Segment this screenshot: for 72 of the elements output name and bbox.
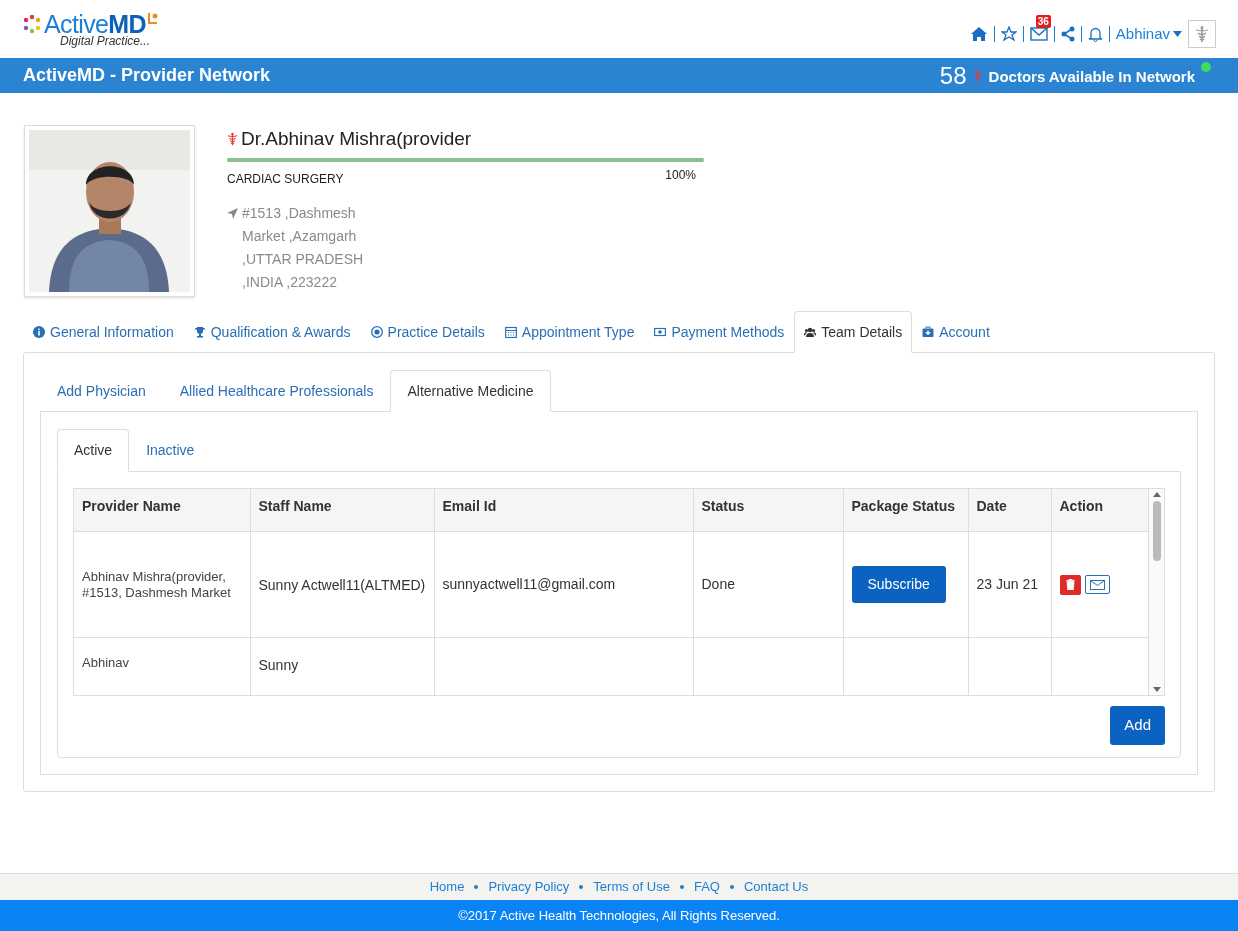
table-cell: 23 Jun 21	[976, 576, 1038, 592]
tab[interactable]: Account	[912, 311, 1000, 353]
users-icon	[804, 326, 817, 338]
mail-icon	[1089, 579, 1105, 590]
logo-mark-icon	[22, 14, 42, 34]
email-button[interactable]	[1084, 575, 1110, 594]
add-button[interactable]: Add	[1110, 706, 1165, 745]
footer-link[interactable]: Home	[429, 877, 465, 897]
column-header: Action	[1059, 498, 1104, 514]
address-line: #1513 ,Dashmesh	[242, 203, 357, 223]
tab[interactable]: Active	[57, 429, 130, 472]
column-header: Email Id	[442, 498, 497, 514]
footer-link[interactable]: FAQ	[693, 877, 720, 897]
footer-link[interactable]: Privacy Policy	[488, 877, 570, 897]
specialty: CARDIAC SURGERY	[227, 170, 344, 188]
table-cell-text: Sunny	[258, 656, 300, 675]
caret-icon	[1173, 31, 1182, 37]
caduceus-icon	[227, 131, 238, 148]
bell-icon[interactable]	[1087, 26, 1103, 42]
address-line: ,INDIA ,223222	[242, 272, 338, 292]
table-cell-text: Sunny Actwell11(ALTMED)	[258, 575, 426, 595]
trophy-icon	[193, 326, 206, 338]
tab[interactable]: Alternative Medicine	[390, 370, 551, 412]
footer-link[interactable]: Contact Us	[743, 877, 809, 897]
table-cell: Done	[701, 576, 735, 592]
notification-badge: 36	[1035, 15, 1051, 28]
column-header: Provider Name	[82, 498, 181, 514]
scrollbar-thumb[interactable]	[1152, 501, 1161, 561]
tab[interactable]: Practice Details	[360, 311, 495, 353]
column-header: Staff Name	[258, 498, 332, 514]
star-icon[interactable]	[1000, 26, 1017, 42]
logo[interactable]: ActiveMD Digital Practice...	[22, 11, 158, 47]
doctor-count: 58	[939, 60, 967, 91]
table-cell: sunnyactwell11@gmail.com	[442, 576, 616, 592]
money-icon	[654, 326, 667, 338]
column-header: Date	[976, 498, 1007, 514]
column-header: Status	[701, 498, 745, 514]
column-header: Package Status	[851, 498, 955, 514]
tab[interactable]: Payment Methods	[644, 311, 795, 353]
share-icon[interactable]	[1060, 26, 1075, 42]
location-arrow-icon	[227, 207, 238, 219]
info-icon	[33, 326, 45, 338]
table-cell-text: Abhinav	[82, 655, 130, 671]
tab[interactable]: Qualification & Awards	[183, 311, 361, 353]
copyright-text: ©2017 Active Health Technologies, All Rights Reserved.	[458, 906, 780, 925]
mail-icon[interactable]	[1029, 27, 1048, 41]
page-title: ActiveMD - Provider Network	[23, 64, 271, 87]
caduceus-icon	[972, 67, 983, 84]
tab[interactable]: Inactive	[129, 429, 212, 472]
home-icon[interactable]	[969, 26, 988, 42]
scroll-down-icon[interactable]	[1152, 687, 1161, 692]
tab[interactable]: Add Physician	[40, 370, 163, 412]
trash-icon	[1065, 579, 1075, 590]
user-menu[interactable]: Abhinav	[1115, 22, 1182, 46]
address-line: ,UTTAR PRADESH	[242, 249, 364, 269]
tab[interactable]: Appointment Type	[494, 311, 645, 353]
subscribe-button[interactable]: Subscribe	[851, 566, 946, 603]
tab[interactable]: General Information	[23, 311, 184, 353]
target-icon	[370, 326, 383, 338]
network-label: Doctors Available In Network	[988, 66, 1195, 87]
address-line: Market ,Azamgarh	[242, 226, 358, 246]
tab[interactable]: Team Details	[794, 311, 913, 353]
medkit-icon	[922, 326, 935, 338]
table-cell-text: Abhinav Mishra(provider, #1513, Dashmesh Market	[82, 568, 232, 601]
delete-button[interactable]	[1059, 574, 1081, 595]
footer-link[interactable]: Terms of Use	[593, 877, 670, 897]
avatar-icon[interactable]	[1188, 20, 1216, 48]
scroll-up-icon[interactable]	[1152, 492, 1161, 497]
calendar-icon	[504, 326, 517, 338]
completion-percent: 100%	[665, 166, 696, 184]
doctor-name: Dr.Abhinav Mishra(provider	[241, 127, 472, 151]
tab[interactable]: Allied Healthcare Professionals	[162, 370, 391, 412]
